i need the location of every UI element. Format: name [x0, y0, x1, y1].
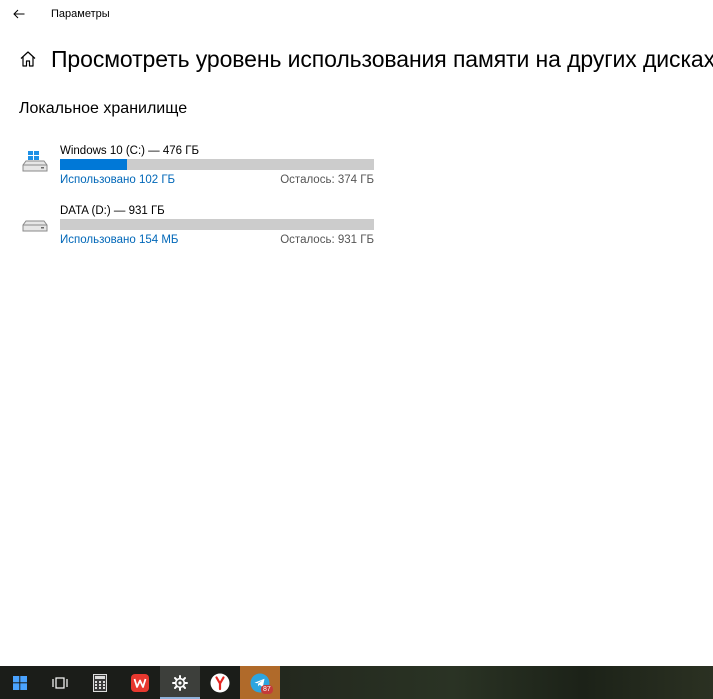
- section-title: Локальное хранилище: [19, 100, 188, 117]
- drive-d-usage-bar: [60, 219, 374, 230]
- drive-c-name: Windows 10 (C:) — 476 ГБ: [60, 145, 200, 157]
- wps-office-icon: [131, 673, 149, 692]
- calculator-icon: [93, 673, 107, 692]
- app-title: Параметры: [51, 8, 110, 20]
- start-button[interactable]: [0, 666, 40, 699]
- gear-icon: [172, 674, 188, 691]
- drive-c-free-label: Осталось: 374 ГБ: [280, 174, 374, 186]
- yandex-browser-button[interactable]: [200, 666, 240, 699]
- task-view-button[interactable]: [40, 666, 80, 699]
- title-bar: Параметры: [0, 0, 713, 30]
- drive-c-used-label: Использовано 102 ГБ: [60, 174, 176, 186]
- settings-button[interactable]: [160, 666, 200, 699]
- back-button[interactable]: [8, 3, 30, 25]
- taskbar-wallpaper: [280, 666, 713, 699]
- drive-d-name: DATA (D:) — 931 ГБ: [60, 205, 165, 217]
- telegram-button[interactable]: 87: [240, 666, 280, 699]
- telegram-unread-badge: 87: [261, 685, 273, 694]
- page-title: Просмотреть уровень использования памяти…: [51, 45, 713, 72]
- hard-drive-icon: [22, 211, 48, 233]
- drive-c-usage-fill: [60, 159, 128, 170]
- home-icon[interactable]: [18, 49, 38, 69]
- wps-office-button[interactable]: [120, 666, 160, 699]
- drive-c-item[interactable]: Windows 10 (C:) — 476 ГБ Использовано 10…: [22, 145, 382, 189]
- drive-d-free-label: Осталось: 931 ГБ: [280, 234, 374, 246]
- windows-drive-icon: [22, 151, 48, 173]
- task-view-icon: [52, 676, 68, 689]
- taskbar: 87: [0, 666, 713, 699]
- windows-logo-icon: [13, 675, 27, 690]
- drive-d-used-label: Использовано 154 МБ: [60, 234, 179, 246]
- calculator-button[interactable]: [80, 666, 120, 699]
- drive-d-item[interactable]: DATA (D:) — 931 ГБ Использовано 154 МБ О…: [22, 205, 382, 249]
- page-header: Просмотреть уровень использования памяти…: [18, 44, 713, 74]
- drive-c-usage-bar: [60, 159, 374, 170]
- arrow-left-icon: [13, 9, 25, 19]
- yandex-icon: [210, 673, 230, 692]
